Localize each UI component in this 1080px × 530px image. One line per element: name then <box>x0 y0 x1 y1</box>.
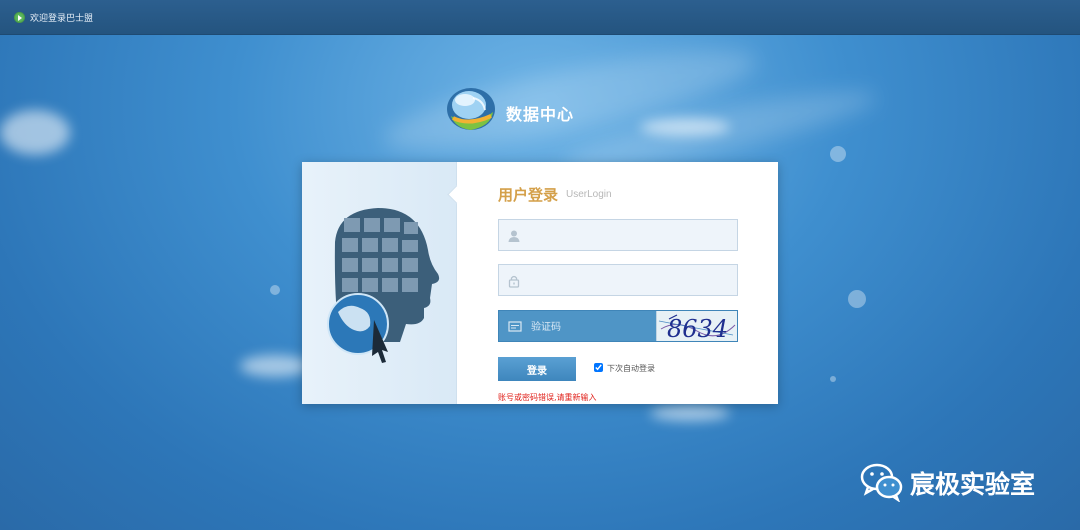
remember-checkbox[interactable] <box>594 363 603 372</box>
wechat-icon <box>860 463 903 502</box>
login-button[interactable]: 登录 <box>498 357 576 381</box>
password-field[interactable] <box>498 264 738 297</box>
cloud <box>650 405 730 421</box>
login-title: 用户登录 <box>498 186 559 204</box>
light-bubble <box>270 285 280 295</box>
lock-icon <box>508 275 520 288</box>
captcha-image[interactable]: 8634 <box>656 311 737 341</box>
panel-notch <box>447 185 466 204</box>
play-icon <box>14 12 25 23</box>
remember-me[interactable]: 下次自动登录 <box>594 363 655 374</box>
light-bubble <box>830 146 846 162</box>
user-icon <box>508 230 520 242</box>
username-input[interactable] <box>529 220 733 252</box>
captcha-field[interactable]: 8634 <box>498 310 738 343</box>
brand-title: 数据中心 <box>506 105 575 124</box>
captcha-input[interactable] <box>529 311 653 343</box>
globe-logo-icon <box>443 86 503 132</box>
captcha-text: 8634 <box>667 315 728 341</box>
password-input[interactable] <box>529 265 733 297</box>
error-message: 账号或密码错误,请重新输入 <box>498 393 597 402</box>
light-bubble <box>848 290 866 308</box>
head-globe-illustration-icon <box>327 208 440 363</box>
username-field[interactable] <box>498 219 738 252</box>
welcome-text: 欢迎登录巴士盟 <box>30 14 94 24</box>
cloud <box>0 110 70 155</box>
remember-label: 下次自动登录 <box>607 364 655 373</box>
illustration-panel <box>302 162 466 404</box>
login-panel: 用户登录 UserLogin 8634 <box>302 162 778 404</box>
login-subtitle: UserLogin <box>566 189 612 200</box>
light-bubble <box>830 376 836 382</box>
card-icon <box>508 321 522 332</box>
cloud <box>640 118 730 136</box>
cloud <box>240 355 310 377</box>
top-bar: 欢迎登录巴士盟 <box>0 0 1080 35</box>
watermark-text: 宸极实验室 <box>910 470 1036 499</box>
